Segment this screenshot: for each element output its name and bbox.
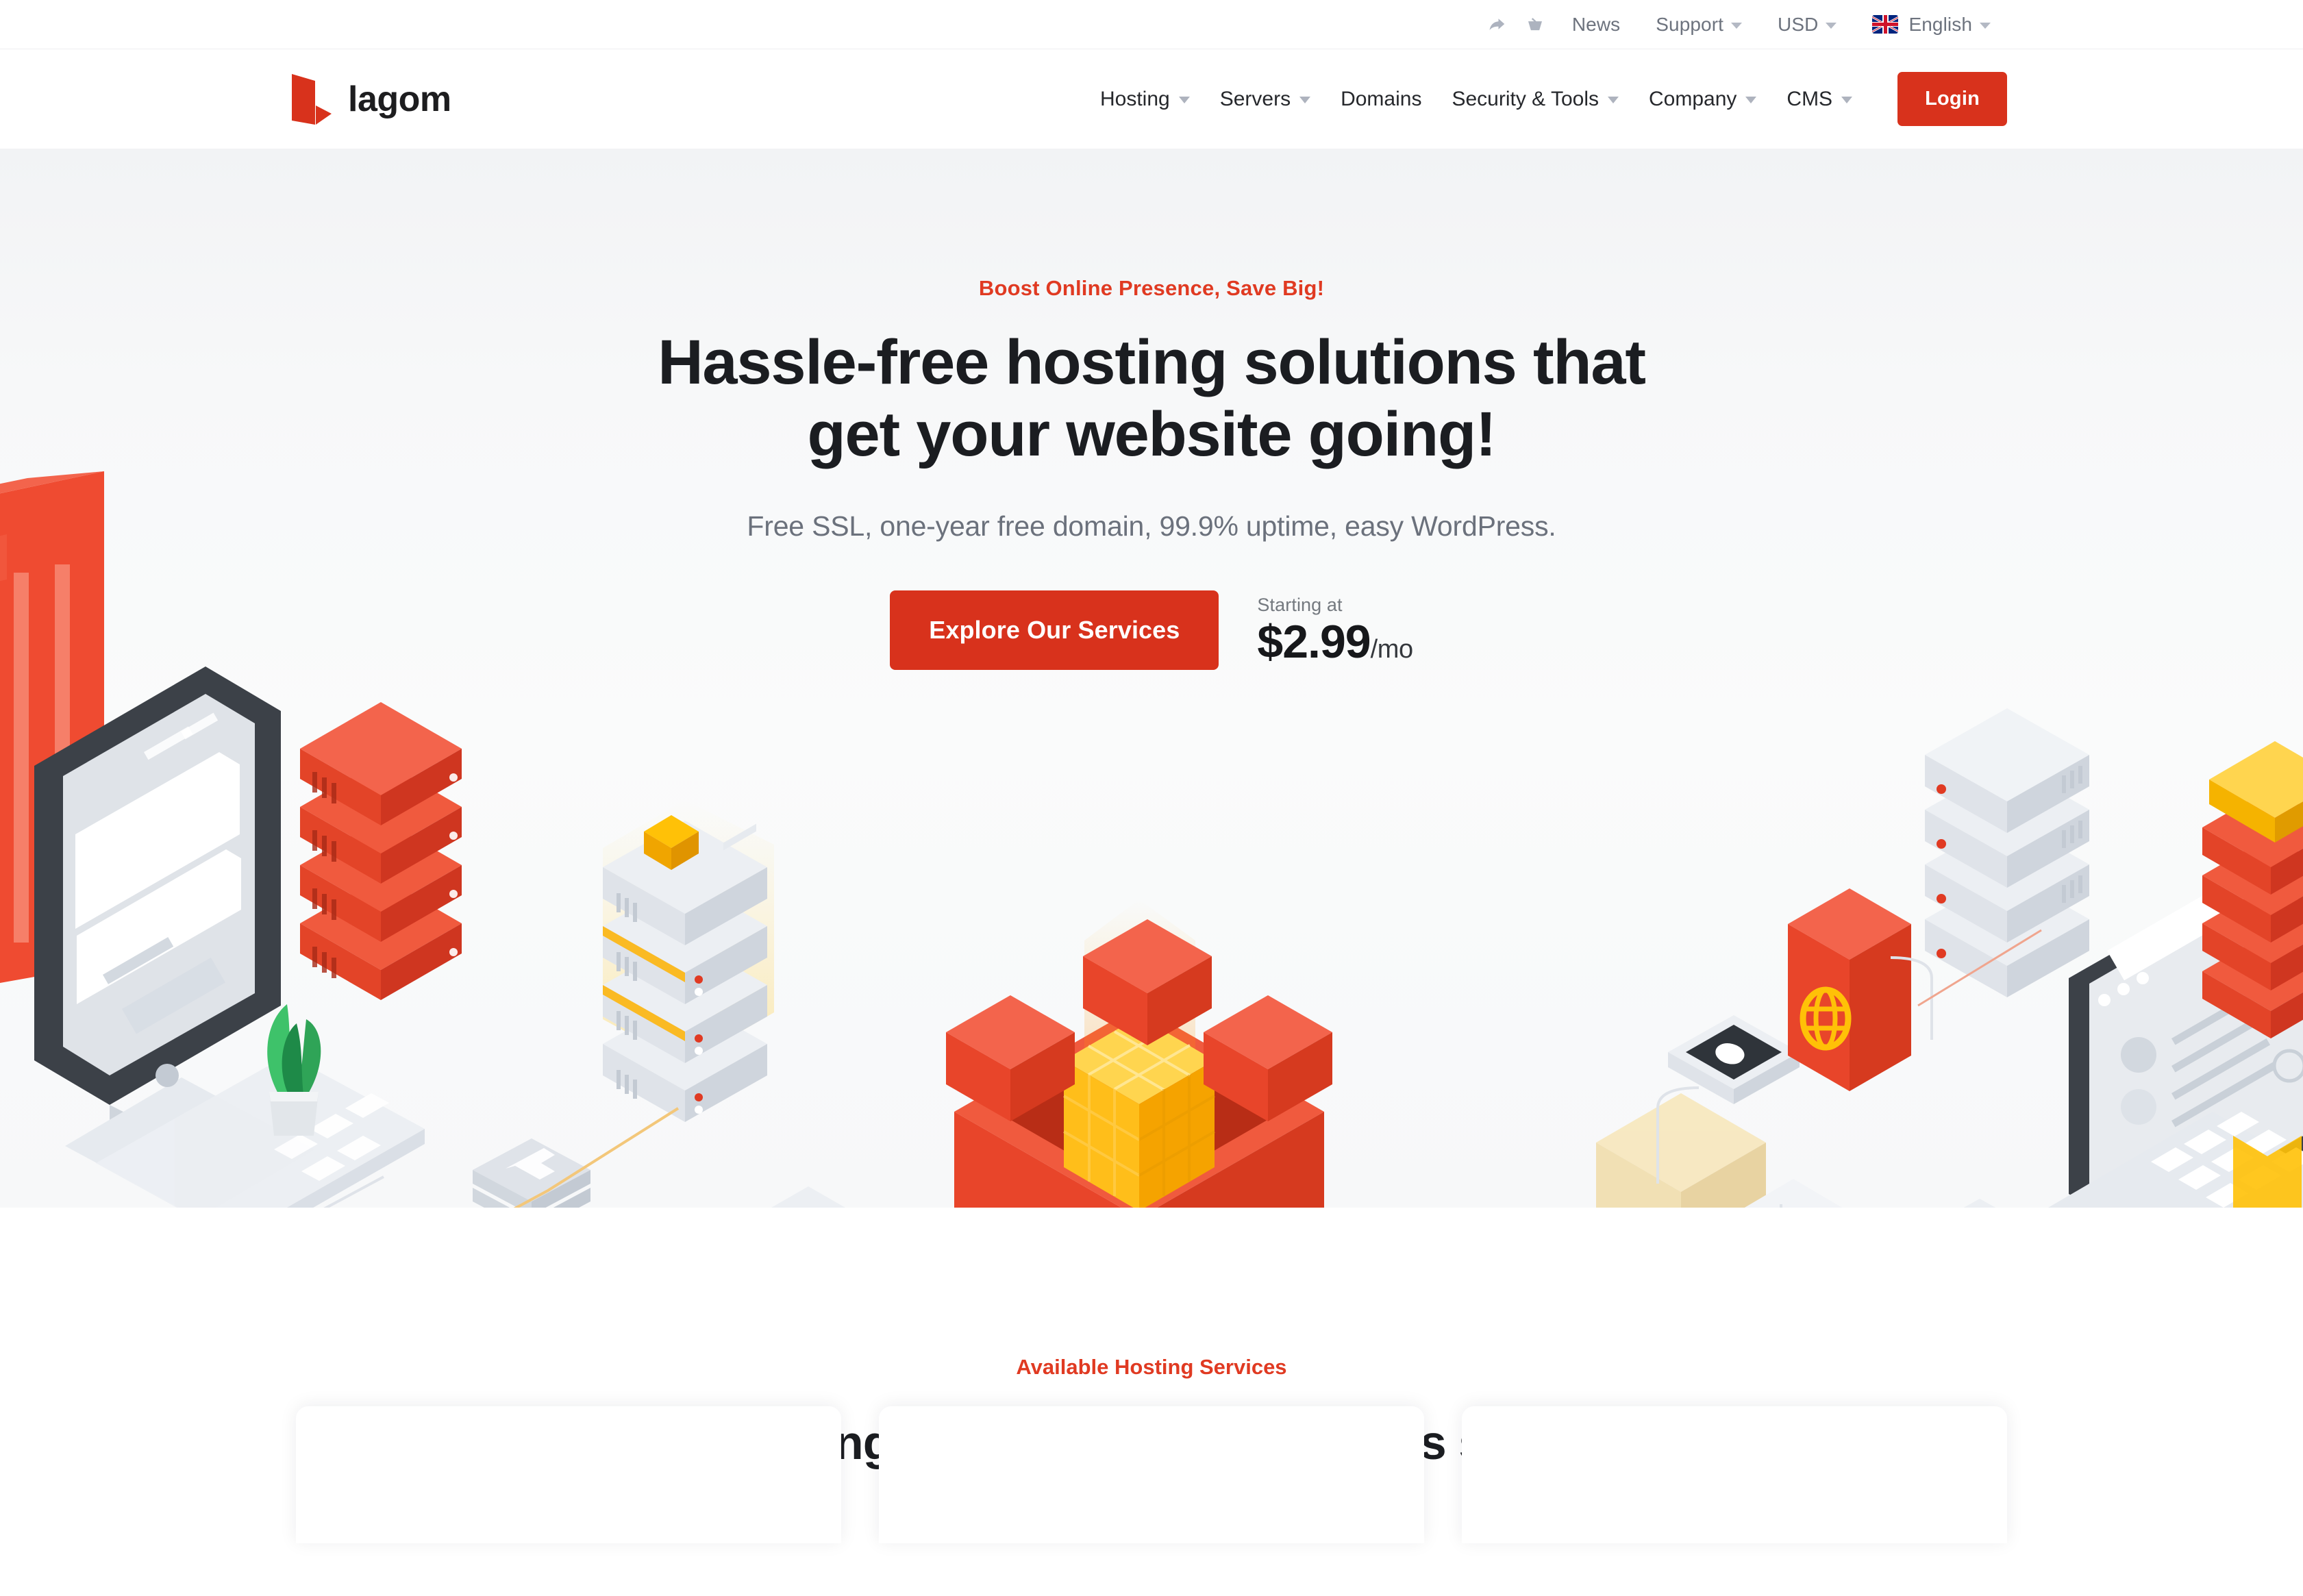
hero-cta-row: Explore Our Services Starting at $2.99/m… xyxy=(0,590,2303,670)
topbar-currency-selector[interactable]: USD xyxy=(1760,14,1854,36)
hero-price-block: Starting at $2.99/mo xyxy=(1257,592,1414,669)
hero-headline-line-2: get your website going! xyxy=(807,399,1497,469)
hero-eyebrow: Boost Online Presence, Save Big! xyxy=(978,276,1325,300)
nav-label-company: Company xyxy=(1649,87,1737,110)
nav-label-security-tools: Security & Tools xyxy=(1452,87,1599,110)
chevron-down-icon xyxy=(1299,97,1311,103)
site-logo[interactable]: lagom xyxy=(288,71,451,127)
share-icon[interactable] xyxy=(1478,10,1516,40)
chevron-down-icon xyxy=(1178,97,1190,103)
topbar-support-label: Support xyxy=(1656,13,1724,35)
utility-top-bar: News Support USD English xyxy=(0,0,2303,49)
service-card-2[interactable] xyxy=(879,1406,1424,1543)
topbar-support-menu[interactable]: Support xyxy=(1638,14,1760,36)
hero-headline: Hassle-free hosting solutions that get y… xyxy=(0,327,2303,471)
topbar-language-label: English xyxy=(1908,13,1972,35)
nav-label-hosting: Hosting xyxy=(1100,87,1170,110)
chevron-down-icon xyxy=(1826,22,1837,29)
service-cards-row xyxy=(0,1406,2303,1543)
price-period: /mo xyxy=(1370,635,1414,664)
login-button[interactable]: Login xyxy=(1897,72,2007,126)
topbar-currency-label: USD xyxy=(1778,13,1819,35)
hero-headline-line-1: Hassle-free hosting solutions that xyxy=(658,327,1646,397)
hero-section: SEO xyxy=(0,149,2303,1208)
topbar-news-link[interactable]: News xyxy=(1554,14,1638,36)
utility-bar-items: News Support USD English xyxy=(1478,10,2008,40)
topbar-language-selector[interactable]: English xyxy=(1854,14,2008,36)
nav-item-company[interactable]: Company xyxy=(1634,88,1771,111)
hero-subheadline: Free SSL, one-year free domain, 99.9% up… xyxy=(747,510,1556,542)
nav-label-servers: Servers xyxy=(1219,87,1291,110)
chevron-down-icon xyxy=(1841,97,1853,103)
nav-item-domains[interactable]: Domains xyxy=(1325,88,1436,111)
price-amount-value: $2.99 xyxy=(1257,616,1371,669)
topbar-news-label: News xyxy=(1571,13,1621,35)
chevron-down-icon xyxy=(1980,22,1991,29)
service-card-3[interactable] xyxy=(1462,1406,2007,1543)
cart-icon[interactable] xyxy=(1516,10,1554,40)
nav-item-security-tools[interactable]: Security & Tools xyxy=(1436,88,1634,111)
price-starting-at-label: Starting at xyxy=(1257,595,1343,616)
uk-flag-icon xyxy=(1872,15,1899,34)
explore-our-services-button[interactable]: Explore Our Services xyxy=(890,590,1219,670)
nav-item-cms[interactable]: CMS xyxy=(1771,88,1867,111)
chevron-down-icon xyxy=(1745,97,1757,103)
services-eyebrow: Available Hosting Services xyxy=(1016,1355,1287,1379)
main-navigation: Hosting Servers Domains Security & Tools… xyxy=(1085,72,2007,126)
hero-content: Boost Online Presence, Save Big! Hassle-… xyxy=(0,149,2303,670)
logo-wordmark: lagom xyxy=(348,79,451,119)
nav-item-servers[interactable]: Servers xyxy=(1205,88,1325,111)
chevron-down-icon xyxy=(1608,97,1619,103)
service-card-1[interactable] xyxy=(296,1406,841,1543)
lagom-logo-icon xyxy=(288,71,333,127)
site-header: lagom Hosting Servers Domains Security &… xyxy=(0,49,2303,149)
price-amount: $2.99/mo xyxy=(1257,616,1414,669)
chevron-down-icon xyxy=(1731,22,1743,29)
nav-label-cms: CMS xyxy=(1787,87,1833,110)
services-section: Available Hosting Services Hosting servi… xyxy=(0,1208,2303,1596)
nav-item-hosting[interactable]: Hosting xyxy=(1085,88,1205,111)
nav-label-domains: Domains xyxy=(1341,87,1422,110)
